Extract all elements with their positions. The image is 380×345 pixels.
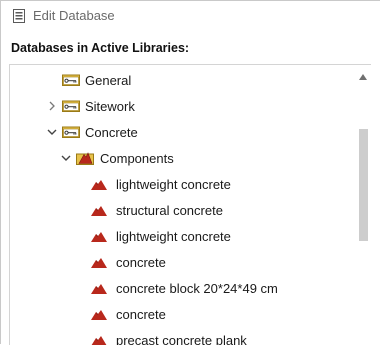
tree-item-material[interactable]: concrete block 20*24*49 cm	[10, 277, 350, 299]
tree-item-components[interactable]: Components	[10, 147, 350, 169]
chevron-down-icon[interactable]	[61, 153, 71, 163]
tree-item-general[interactable]: General	[10, 69, 350, 91]
material-icon	[90, 283, 108, 295]
section-header: Databases in Active Libraries:	[11, 41, 189, 55]
tree-item-label: concrete	[116, 307, 166, 322]
chevron-right-icon[interactable]	[47, 101, 57, 111]
tree-item-label: structural concrete	[116, 203, 223, 218]
tree-item-label: concrete	[116, 255, 166, 270]
scrollbar-thumb[interactable]	[359, 129, 368, 241]
tree-item-label: lightweight concrete	[116, 229, 231, 244]
tree-item-sitework[interactable]: Sitework	[10, 95, 350, 117]
tree-item-material[interactable]: concrete	[10, 303, 350, 325]
tree-item-material[interactable]: lightweight concrete	[10, 225, 350, 247]
key-folder-icon	[62, 100, 80, 112]
vertical-scrollbar[interactable]	[355, 65, 371, 345]
material-icon	[90, 179, 108, 191]
tree-item-material[interactable]: structural concrete	[10, 199, 350, 221]
material-icon	[90, 309, 108, 321]
tree-item-label: lightweight concrete	[116, 177, 231, 192]
tree-item-label: Sitework	[85, 99, 135, 114]
key-folder-icon	[62, 126, 80, 138]
tree-item-material[interactable]: lightweight concrete	[10, 173, 350, 195]
component-folder-icon	[76, 151, 94, 165]
tree-item-concrete[interactable]: Concrete	[10, 121, 350, 143]
material-icon	[90, 205, 108, 217]
database-document-icon	[13, 9, 25, 23]
tree-item-material[interactable]: precast concrete plank	[10, 329, 350, 345]
tree-item-label: General	[85, 73, 131, 88]
material-icon	[90, 257, 108, 269]
database-tree[interactable]: General Sitework	[9, 64, 371, 345]
tree-item-label: precast concrete plank	[116, 333, 247, 345]
tree-item-label: concrete block 20*24*49 cm	[116, 281, 278, 296]
chevron-down-icon[interactable]	[47, 127, 57, 137]
material-icon	[90, 231, 108, 243]
title-bar: Edit Database	[1, 1, 380, 31]
edit-database-window: Edit Database Databases in Active Librar…	[0, 0, 380, 344]
tree-item-label: Components	[100, 151, 174, 166]
scroll-up-arrow-icon[interactable]	[358, 73, 368, 81]
key-folder-icon	[62, 74, 80, 86]
window-title: Edit Database	[33, 8, 115, 23]
tree-item-material[interactable]: concrete	[10, 251, 350, 273]
tree-item-label: Concrete	[85, 125, 138, 140]
